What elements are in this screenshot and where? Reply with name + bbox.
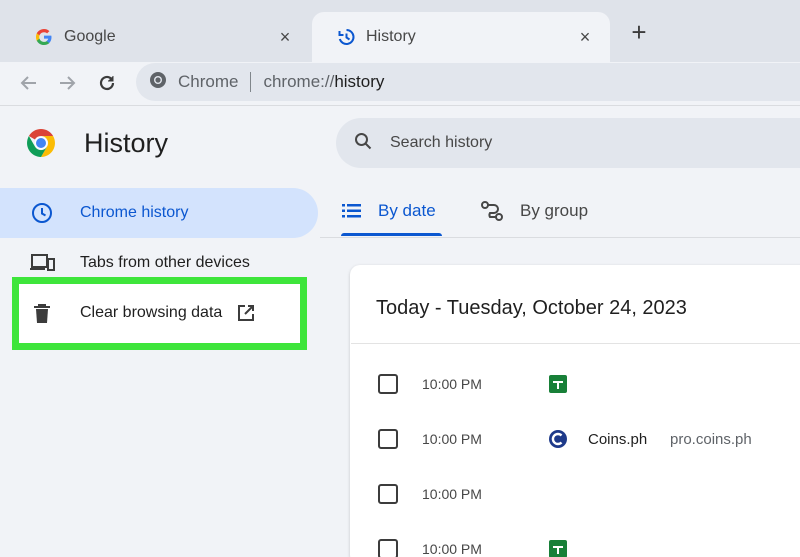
row-time: 10:00 PM — [422, 541, 482, 557]
row-checkbox[interactable] — [378, 429, 398, 449]
chrome-site-icon — [148, 70, 168, 95]
tabs-divider — [320, 237, 800, 238]
search-history-field[interactable]: Search history — [336, 118, 800, 168]
tab-google-close-icon[interactable]: × — [274, 27, 296, 48]
trash-icon — [28, 299, 56, 327]
google-sheets-icon — [548, 539, 568, 557]
clock-icon — [28, 199, 56, 227]
url-path: history — [334, 72, 385, 91]
sidebar-item-chrome-history[interactable]: Chrome history — [0, 188, 318, 238]
tab-by-group[interactable]: By group — [480, 186, 588, 236]
history-date-header: Today - Tuesday, October 24, 2023 — [376, 297, 687, 319]
address-bar[interactable]: Chrome chrome:// history — [136, 63, 800, 101]
tab-history-label: History — [366, 28, 416, 45]
group-icon — [480, 200, 504, 222]
row-time: 10:00 PM — [422, 376, 482, 392]
card-divider — [351, 343, 800, 344]
new-tab-button[interactable]: + — [624, 18, 654, 48]
search-icon — [354, 132, 372, 155]
tab-google[interactable]: Google × — [10, 12, 310, 62]
tab-history[interactable]: History × — [312, 12, 610, 62]
chrome-logo-icon — [26, 128, 56, 158]
history-row[interactable]: 10:00 PM Coins.ph pro.coins.ph — [378, 424, 752, 454]
history-icon — [336, 27, 356, 47]
sidebar-item-clear-browsing-data[interactable]: Clear browsing data — [0, 288, 290, 338]
tab-strip: Google × History × + — [0, 0, 800, 62]
row-checkbox[interactable] — [378, 374, 398, 394]
arrow-left-icon — [20, 76, 36, 90]
page-title: History — [84, 128, 169, 158]
arrow-right-icon — [60, 76, 76, 90]
site-chip-label: Chrome — [178, 72, 239, 91]
devices-icon — [28, 249, 56, 277]
url-scheme: chrome:// — [263, 72, 335, 91]
sidebar-item-label: Chrome history — [80, 204, 189, 221]
row-time: 10:00 PM — [422, 431, 482, 447]
forward-button[interactable] — [50, 66, 84, 100]
list-icon — [342, 203, 362, 219]
coins-ph-icon — [548, 429, 568, 449]
google-g-icon — [34, 27, 54, 47]
open-in-new-icon — [236, 303, 256, 323]
row-domain: pro.coins.ph — [670, 430, 752, 448]
row-title[interactable]: Coins.ph — [588, 431, 647, 448]
google-sheets-icon — [548, 374, 568, 394]
row-checkbox[interactable] — [378, 484, 398, 504]
history-row[interactable]: 10:00 PM — [378, 534, 567, 557]
tab-by-date[interactable]: By date — [342, 186, 436, 236]
sidebar-item-label: Tabs from other devices — [80, 254, 250, 271]
tab-google-label: Google — [64, 28, 116, 45]
row-time: 10:00 PM — [422, 486, 482, 502]
reload-button[interactable] — [90, 66, 124, 100]
omnibox-separator — [250, 72, 252, 92]
tab-by-group-label: By group — [520, 201, 589, 220]
tab-history-close-icon[interactable]: × — [574, 27, 596, 48]
history-row[interactable]: 10:00 PM — [378, 369, 567, 399]
toolbar: Chrome chrome:// history — [0, 62, 800, 106]
history-row[interactable]: 10:00 PM — [378, 479, 482, 509]
selected-tab-indicator — [341, 233, 442, 236]
search-placeholder: Search history — [390, 134, 493, 151]
reload-icon — [99, 75, 115, 91]
sidebar-item-label: Clear browsing data — [80, 304, 223, 321]
back-button[interactable] — [12, 66, 46, 100]
row-checkbox[interactable] — [378, 539, 398, 557]
tab-by-date-label: By date — [378, 201, 436, 220]
